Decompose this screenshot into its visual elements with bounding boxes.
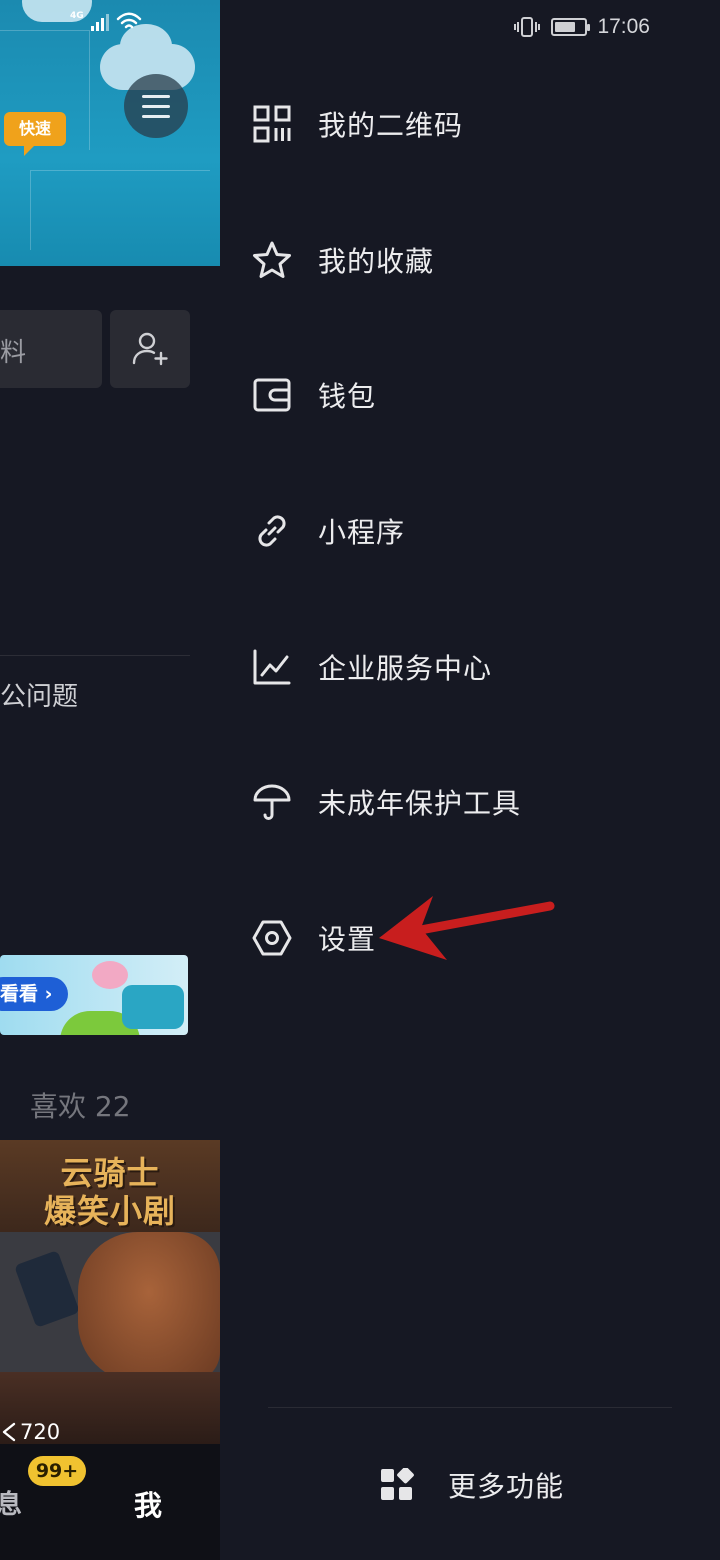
signal-icon [90, 14, 109, 31]
divider [268, 1407, 672, 1408]
edit-profile-button[interactable]: 料 [0, 310, 102, 388]
menu-item-enterprise-center[interactable]: 企业服务中心 [252, 637, 492, 697]
banner-tag: 快速 [4, 112, 66, 156]
battery-icon [551, 18, 591, 36]
video-title: 云骑士 爆笑小剧 [20, 1154, 200, 1230]
menu-item-label: 我的收藏 [318, 245, 435, 278]
wallet-icon [252, 375, 292, 415]
video-title-line: 爆笑小剧 [43, 1192, 176, 1230]
play-icon [2, 1422, 16, 1442]
menu-item-label: 未成年保护工具 [318, 787, 522, 820]
menu-item-wallet[interactable]: 钱包 [252, 365, 376, 425]
play-count-value: 720 [20, 1420, 61, 1444]
nav-item-messages[interactable]: 消息 [0, 1484, 48, 1521]
menu-item-label: 我的二维码 [318, 109, 464, 142]
chart-line-icon [252, 647, 292, 687]
menu-item-label: 钱包 [318, 380, 377, 413]
menu-item-minor-protection[interactable]: 未成年保护工具 [252, 772, 521, 832]
camera-decoration [122, 985, 184, 1029]
menu-item-qr-code[interactable]: 我的二维码 [252, 94, 463, 154]
hamburger-line [142, 94, 170, 98]
hexagon-settings-icon [252, 918, 292, 958]
hamburger-line [142, 104, 170, 108]
status-bar-signal: 4G [70, 11, 142, 32]
menu-item-label: 设置 [318, 923, 377, 956]
qr-code-icon [252, 104, 292, 144]
balloon-decoration [92, 961, 128, 989]
video-thumbnail[interactable]: 云骑士 爆笑小剧 [0, 1140, 220, 1444]
messages-badge: 99+ [28, 1456, 86, 1486]
background-profile-page: 快速 料 公问题 看看 › 喜欢 22 云骑士 爆笑小剧 720 息 99+ 我 [0, 0, 220, 1560]
faq-link[interactable]: 公问题 [0, 676, 78, 713]
banner-decoration [30, 170, 210, 250]
profile-banner: 快速 [0, 0, 220, 266]
hamburger-line [142, 114, 170, 118]
status-bar-right: 17:06 [513, 12, 650, 42]
clock: 17:06 [597, 15, 650, 38]
person-in-photo [78, 1232, 220, 1382]
battery-level [555, 22, 576, 32]
play-count: 720 [0, 1420, 60, 1444]
menu-item-mini-programs[interactable]: 小程序 [252, 501, 405, 561]
menu-item-favorites[interactable]: 我的收藏 [252, 230, 434, 290]
annotation-arrow [379, 896, 555, 960]
video-title-line: 云骑士 [60, 1154, 160, 1192]
umbrella-icon [252, 782, 292, 822]
menu-item-settings[interactable]: 设置 [252, 908, 376, 968]
menu-item-label: 企业服务中心 [318, 652, 493, 685]
side-drawer: 我的二维码 我的收藏 钱包 小程序 企业服务中心 未成年保护工具 设置 更多功能 [220, 0, 720, 1560]
network-type: 4G [70, 11, 84, 21]
more-features-button[interactable]: 更多功能 [380, 1460, 564, 1510]
star-icon [252, 240, 292, 280]
chevron-right-icon: › [38, 983, 53, 1005]
add-user-icon [132, 332, 168, 366]
apps-grid-icon [381, 1468, 414, 1500]
link-icon [252, 511, 292, 551]
wifi-icon [116, 12, 141, 29]
hamburger-menu-button[interactable] [124, 74, 188, 138]
nav-item-me[interactable]: 我 [134, 1484, 162, 1524]
more-features-label: 更多功能 [448, 1470, 565, 1503]
nav-label: 消息 [0, 1490, 23, 1520]
divider [0, 655, 190, 656]
promo-button-label: 看看 [0, 983, 39, 1005]
promo-banner[interactable]: 看看 › [0, 955, 188, 1035]
add-friend-button[interactable] [110, 310, 190, 388]
tab-likes[interactable]: 喜欢 22 [30, 1085, 131, 1125]
promo-button[interactable]: 看看 › [0, 977, 68, 1011]
menu-item-label: 小程序 [318, 516, 406, 549]
vibrate-icon [514, 17, 541, 37]
